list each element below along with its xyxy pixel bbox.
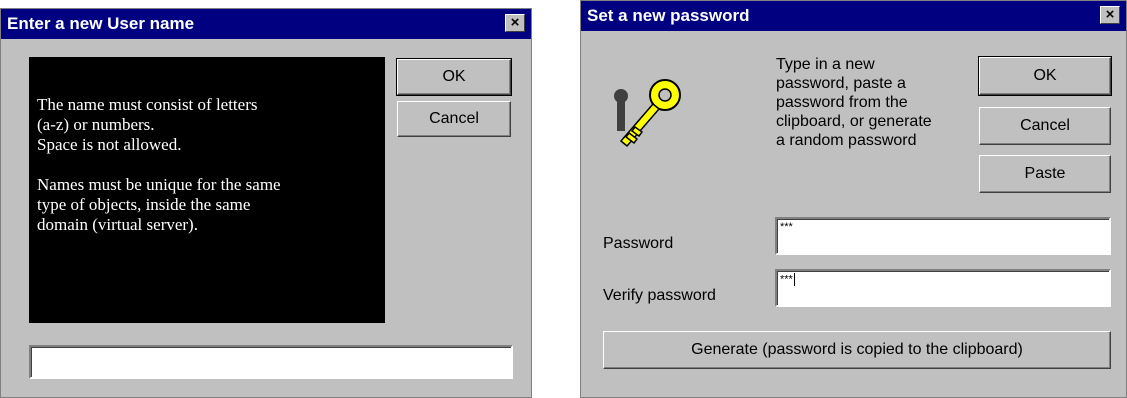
generate-password-button[interactable]: Generate (password is copied to the clip…	[603, 331, 1111, 369]
password-ok-button[interactable]: OK	[978, 56, 1112, 96]
instruction-line: Type in a new	[776, 56, 875, 73]
rules-paragraph-2: Names must be unique for the same type o…	[37, 175, 377, 235]
rules-paragraph-1: The name must consist of letters (a-z) o…	[37, 95, 377, 155]
user-dialog-close-button[interactable]: ×	[505, 14, 525, 32]
rules-line: (a-z) or numbers.	[37, 115, 155, 134]
verify-password-value: ***	[780, 273, 793, 286]
password-input[interactable]: ***	[775, 217, 1111, 255]
user-dialog-titlebar: Enter a new User name ×	[1, 9, 531, 39]
rules-line: Space is not allowed.	[37, 135, 182, 154]
user-ok-button[interactable]: OK	[396, 58, 512, 96]
user-name-dialog: Enter a new User name × The name must co…	[0, 8, 532, 398]
instruction-line: password, paste a	[776, 75, 906, 92]
password-dialog-titlebar: Set a new password ×	[581, 1, 1126, 31]
instruction-line: clipboard, or generate	[776, 113, 932, 130]
text-cursor	[793, 273, 795, 286]
rules-line: The name must consist of letters	[37, 95, 258, 114]
password-instructions: Type in a new password, paste a password…	[776, 55, 932, 150]
password-dialog-close-button[interactable]: ×	[1100, 6, 1120, 24]
rules-line: Names must be unique for the same	[37, 175, 281, 194]
user-cancel-button[interactable]: Cancel	[397, 101, 511, 137]
instruction-line: a random password	[776, 132, 917, 149]
rules-line: type of objects, inside the same	[37, 195, 251, 214]
paste-button[interactable]: Paste	[979, 155, 1111, 193]
instruction-line: password from the	[776, 94, 908, 111]
password-dialog-title: Set a new password	[587, 6, 750, 25]
rules-line: domain (virtual server).	[37, 215, 198, 234]
user-dialog-title: Enter a new User name	[7, 14, 195, 33]
user-name-input[interactable]	[29, 345, 513, 379]
key-icon	[614, 79, 681, 148]
user-name-rules-panel: The name must consist of letters (a-z) o…	[29, 57, 385, 323]
password-cancel-button[interactable]: Cancel	[979, 107, 1111, 145]
verify-password-label: Verify password	[603, 287, 716, 304]
verify-password-input[interactable]: ***	[775, 269, 1111, 307]
password-label: Password	[603, 235, 674, 252]
set-password-dialog: Set a new password × Type in a new passw…	[580, 0, 1127, 398]
